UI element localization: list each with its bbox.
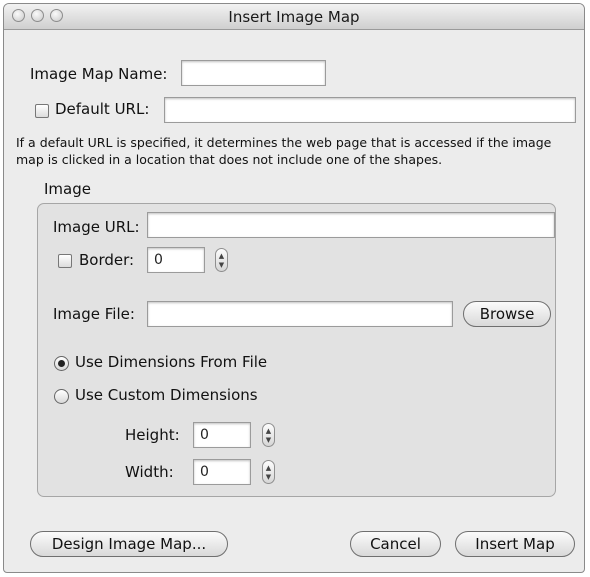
border-input[interactable] [147, 247, 205, 273]
border-label: Border: [79, 251, 135, 269]
width-input[interactable] [193, 459, 251, 485]
height-input[interactable] [193, 422, 251, 448]
map-name-input[interactable] [181, 60, 326, 86]
height-stepper[interactable]: ▲ ▼ [262, 423, 275, 447]
stepper-down-icon: ▼ [218, 261, 225, 269]
image-url-input[interactable] [147, 212, 555, 238]
map-name-label: Image Map Name: [30, 65, 168, 83]
default-url-checkbox[interactable] [35, 104, 49, 118]
width-stepper[interactable]: ▲ ▼ [262, 460, 275, 484]
default-url-input[interactable] [164, 97, 576, 123]
use-custom-dimensions-label: Use Custom Dimensions [75, 386, 258, 404]
stepper-down-icon: ▼ [265, 473, 272, 481]
insert-image-map-dialog: Insert Image Map Image Map Name: Default… [3, 3, 585, 573]
default-url-label: Default URL: [55, 100, 150, 118]
image-file-input[interactable] [147, 301, 453, 327]
window-title: Insert Image Map [228, 8, 360, 26]
stepper-up-icon: ▲ [218, 252, 225, 260]
stepper-up-icon: ▲ [265, 427, 272, 435]
use-custom-dimensions-radio[interactable] [54, 389, 69, 404]
browse-button[interactable]: Browse [463, 301, 551, 327]
border-stepper[interactable]: ▲ ▼ [215, 248, 228, 272]
image-url-label: Image URL: [53, 218, 140, 236]
use-dimensions-from-file-radio[interactable] [54, 356, 69, 371]
stepper-down-icon: ▼ [265, 436, 272, 444]
width-label: Width: [125, 463, 174, 481]
default-url-note: If a default URL is specified, it determ… [16, 135, 552, 167]
border-checkbox[interactable] [58, 254, 72, 268]
radio-selected-dot [58, 360, 65, 367]
stepper-up-icon: ▲ [265, 464, 272, 472]
image-group-label: Image [44, 180, 91, 198]
title-bar: Insert Image Map [4, 4, 584, 30]
image-file-label: Image File: [53, 305, 135, 323]
image-group-box [37, 203, 556, 497]
insert-map-button[interactable]: Insert Map [455, 531, 575, 557]
cancel-button[interactable]: Cancel [350, 531, 441, 557]
use-dimensions-from-file-label: Use Dimensions From File [75, 353, 268, 371]
height-label: Height: [125, 426, 180, 444]
design-image-map-button[interactable]: Design Image Map... [30, 531, 228, 557]
